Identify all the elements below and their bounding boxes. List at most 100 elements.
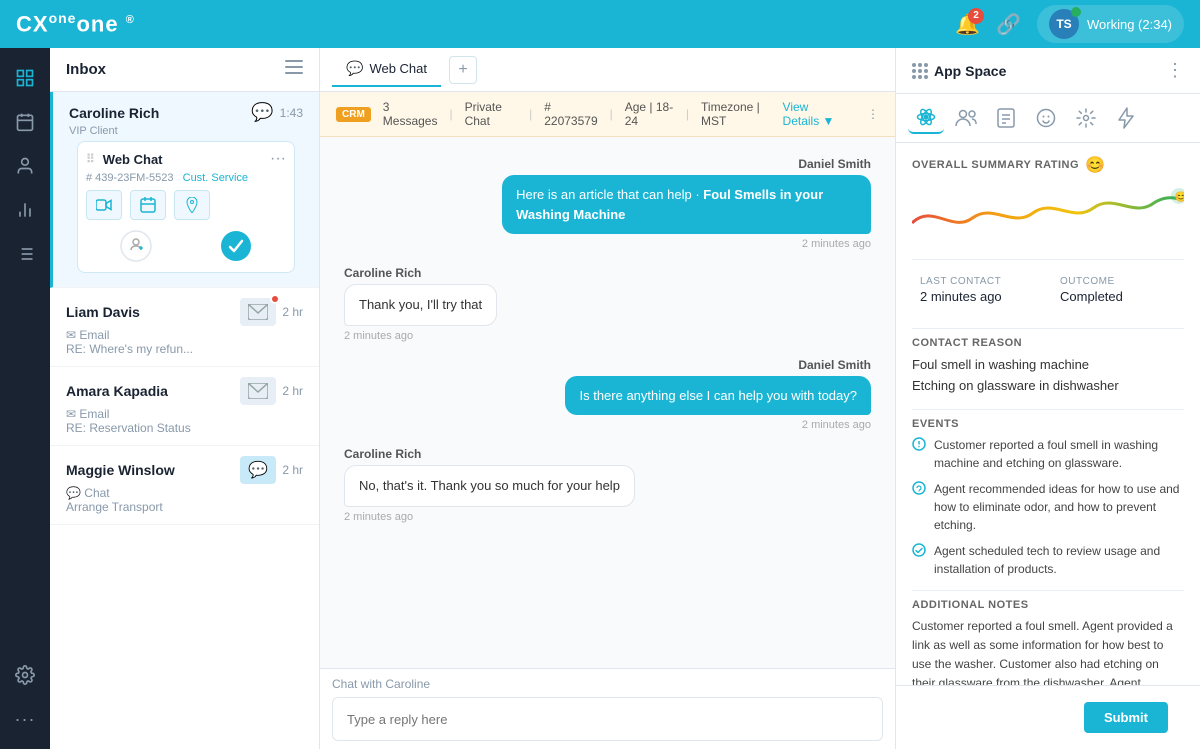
- app-space-more-icon[interactable]: ⋮: [1166, 60, 1184, 81]
- contact-reason-text-1: Foul smell in washing machine: [912, 355, 1184, 376]
- main-layout: ··· Inbox Caroline Rich 💬 1:43 VIP Clien…: [0, 48, 1200, 749]
- event-icon-2: [912, 481, 926, 498]
- overall-summary-section: OVERALL SUMMARY RATING 😊: [912, 155, 1184, 243]
- case-number: # 22073579: [544, 100, 597, 128]
- message-group-3: Daniel Smith Is there anything else I ca…: [344, 358, 871, 432]
- message-time-3: 2 minutes ago: [802, 419, 871, 431]
- link-button[interactable]: 🔗: [996, 12, 1021, 37]
- message-time-1: 2 minutes ago: [802, 238, 871, 250]
- video-action[interactable]: [86, 190, 122, 220]
- submit-button[interactable]: Submit: [1084, 702, 1168, 733]
- agent-online-badge: [1071, 7, 1081, 17]
- inbox-item-caroline[interactable]: Caroline Rich 💬 1:43 VIP Client ⠿ Web Ch…: [50, 92, 319, 288]
- event-text-3: Agent scheduled tech to review usage and…: [934, 542, 1184, 578]
- contact-time-amara: 2 hr: [282, 384, 303, 398]
- chat-more-icon[interactable]: ⋮: [867, 107, 879, 121]
- app-space-content: OVERALL SUMMARY RATING 😊: [896, 143, 1200, 685]
- schedule-action[interactable]: [130, 190, 166, 220]
- additional-notes-section: ADDITIONAL NOTES Customer reported a fou…: [912, 599, 1184, 685]
- sidebar-item-settings[interactable]: [7, 657, 43, 693]
- inbox-title: Inbox: [66, 61, 106, 78]
- top-nav: CXoneone ® 🔔 2 🔗 TS Working (2:34): [0, 0, 1200, 48]
- contact-message-liam: RE: Where's my refun...: [66, 342, 303, 356]
- chat-tab-icon: 💬: [346, 60, 363, 77]
- crm-badge: CRM: [336, 107, 371, 122]
- sub-contact-bottom: [86, 228, 286, 264]
- events-title: EVENTS: [912, 418, 1184, 430]
- message-sender-2: Caroline Rich: [344, 266, 421, 280]
- web-chat-sub: ⠿ Web Chat ··· # 439-23FM-5523 Cust. Ser…: [77, 141, 295, 273]
- events-section: EVENTS Customer reported a foul smell in…: [912, 418, 1184, 578]
- tab-webchat[interactable]: 💬 Web Chat: [332, 52, 441, 87]
- summary-label: OVERALL SUMMARY RATING 😊: [912, 155, 1184, 175]
- accept-button[interactable]: [201, 228, 271, 264]
- sidebar-item-calendar[interactable]: [7, 104, 43, 140]
- inbox-item-amara[interactable]: Amara Kapadia 2 hr ✉ Email RE: Reservati…: [50, 367, 319, 446]
- divider-2: [912, 328, 1184, 329]
- notification-badge: 2: [968, 8, 984, 24]
- chat-input[interactable]: [332, 697, 883, 741]
- sidebar-item-home[interactable]: [7, 60, 43, 96]
- contact-reason-title: CONTACT REASON: [912, 337, 1184, 349]
- vip-badge: VIP Client: [69, 125, 303, 137]
- app-space: App Space ⋮: [895, 48, 1200, 749]
- app-tab-atom[interactable]: [908, 102, 944, 134]
- contact-time-caroline: 1:43: [280, 106, 303, 120]
- notification-button[interactable]: 🔔 2: [955, 12, 980, 37]
- event-item-3: Agent scheduled tech to review usage and…: [912, 542, 1184, 578]
- app-tab-smile[interactable]: [1028, 102, 1064, 134]
- contact-subtitle-maggie: 💬 Chat: [66, 486, 303, 500]
- contact-time-liam: 2 hr: [282, 305, 303, 319]
- app-tab-lightning[interactable]: [1108, 102, 1144, 134]
- app-space-title: App Space: [912, 63, 1006, 79]
- contact-name-amara: Amara Kapadia: [66, 383, 168, 399]
- event-item-1: Customer reported a foul smell in washin…: [912, 436, 1184, 472]
- assign-button[interactable]: [101, 228, 171, 264]
- message-bubble-1: Here is an article that can help · Foul …: [502, 175, 871, 234]
- last-contact-label: LAST CONTACT: [920, 276, 1036, 287]
- divider-3: [912, 409, 1184, 410]
- chat-input-label: Chat with Caroline: [332, 677, 883, 691]
- message-bubble-2: Thank you, I'll try that: [344, 284, 497, 326]
- emotion-chart: 😊: [912, 183, 1184, 243]
- age-info: Age | 18-24: [625, 100, 674, 128]
- event-text-1: Customer reported a foul smell in washin…: [934, 436, 1184, 472]
- sub-contact-header: ⠿ Web Chat ···: [86, 150, 286, 168]
- drag-handle: ⠿: [86, 152, 95, 166]
- sidebar-item-more[interactable]: ···: [7, 701, 43, 737]
- view-details-link[interactable]: View Details ▼: [783, 100, 847, 128]
- chat-tab-label: Web Chat: [369, 61, 427, 76]
- sidebar-nav: ···: [0, 48, 50, 749]
- event-icon-1: [912, 437, 926, 454]
- app-tab-people[interactable]: [948, 102, 984, 134]
- divider-1: [912, 259, 1184, 260]
- last-contact-card: LAST CONTACT 2 minutes ago: [912, 268, 1044, 312]
- sidebar-item-chart[interactable]: [7, 192, 43, 228]
- message-group-2: Caroline Rich Thank you, I'll try that 2…: [344, 266, 871, 342]
- sidebar-item-person[interactable]: [7, 148, 43, 184]
- sub-contact-tag: Cust. Service: [183, 172, 248, 184]
- app-tab-contact[interactable]: [988, 102, 1024, 134]
- messages-count: 3 Messages: [383, 100, 438, 128]
- event-item-2: Agent recommended ideas for how to use a…: [912, 480, 1184, 534]
- grid-icon: [912, 63, 928, 79]
- sidebar-item-list[interactable]: [7, 236, 43, 272]
- inbox-item-maggie[interactable]: Maggie Winslow 💬 2 hr 💬 Chat Arrange Tra…: [50, 446, 319, 525]
- message-bubble-3: Is there anything else I can help you wi…: [565, 376, 871, 416]
- message-group-1: Daniel Smith Here is an article that can…: [344, 157, 871, 250]
- inbox-item-liam[interactable]: Liam Davis 2 hr ✉ Email RE: Where's my r…: [50, 288, 319, 367]
- contact-name-maggie: Maggie Winslow: [66, 462, 175, 478]
- app-tab-settings[interactable]: [1068, 102, 1104, 134]
- location-action[interactable]: [174, 190, 210, 220]
- add-tab-button[interactable]: +: [449, 56, 477, 84]
- sub-contact-more[interactable]: ···: [270, 150, 286, 168]
- app-space-footer: Submit: [896, 685, 1200, 749]
- inbox-menu-icon[interactable]: [285, 60, 303, 79]
- outcome-label: OUTCOME: [1060, 276, 1176, 287]
- top-nav-right: 🔔 2 🔗 TS Working (2:34): [955, 5, 1184, 43]
- svg-text:😊: 😊: [1175, 191, 1184, 203]
- sub-contact-actions: [86, 190, 286, 220]
- agent-status[interactable]: TS Working (2:34): [1037, 5, 1184, 43]
- event-icon-3: [912, 543, 926, 560]
- notes-text: Customer reported a foul smell. Agent pr…: [912, 617, 1184, 685]
